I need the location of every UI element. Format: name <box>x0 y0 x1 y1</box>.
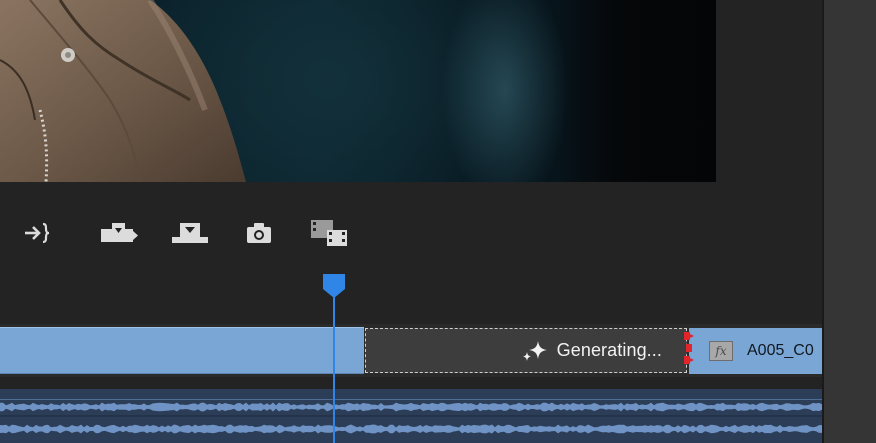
side-panel <box>822 0 876 443</box>
comparison-view-button[interactable] <box>309 216 349 250</box>
audio-track[interactable] <box>0 389 822 443</box>
timeline-ruler[interactable] <box>0 260 822 324</box>
video-frame-subject-jacket <box>0 0 246 182</box>
trim-handle-icon[interactable] <box>681 330 695 372</box>
camera-icon <box>247 223 271 243</box>
overwrite-icon <box>172 223 208 243</box>
comparison-view-icon <box>311 220 347 246</box>
generating-clip[interactable]: Generating... <box>365 328 687 373</box>
sparkle-icon <box>521 340 549 362</box>
generating-label: Generating... <box>556 340 662 360</box>
program-monitor[interactable] <box>0 0 716 182</box>
playhead-line[interactable] <box>333 292 335 443</box>
fx-badge[interactable]: fx <box>709 341 733 361</box>
export-frame-button[interactable] <box>239 216 279 250</box>
video-clip-a005[interactable]: fx A005_C0 <box>689 328 822 374</box>
panel-divider <box>822 0 824 443</box>
go-to-out-point-icon <box>25 222 50 244</box>
video-frame-shadow <box>560 0 716 182</box>
go-to-out-point-button[interactable] <box>17 216 57 250</box>
insert-button[interactable] <box>99 216 139 250</box>
overwrite-button[interactable] <box>170 216 210 250</box>
audio-waveform <box>0 399 822 434</box>
insert-icon <box>101 223 138 242</box>
clip-name: A005_C0 <box>747 342 814 359</box>
video-clip[interactable] <box>0 327 364 374</box>
